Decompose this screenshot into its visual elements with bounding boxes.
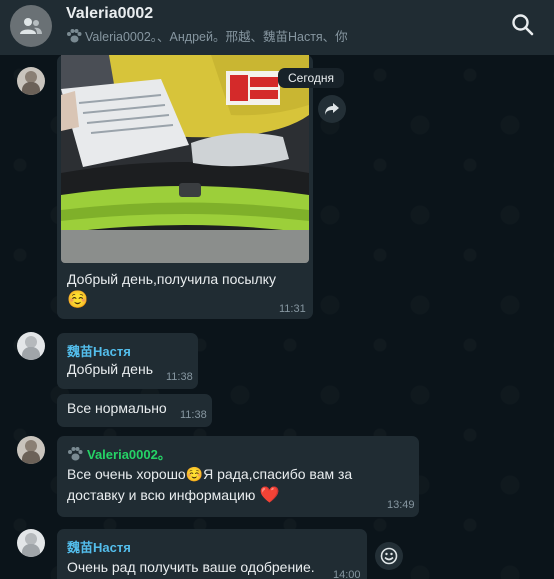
message-time: 14:00 <box>333 569 361 579</box>
sender-name[interactable]: 魏苗Настя <box>67 537 131 556</box>
date-chip: Сегодня <box>278 68 344 88</box>
message-time: 11:31 <box>279 303 306 315</box>
forward-icon <box>325 103 339 115</box>
avatar[interactable] <box>17 436 45 464</box>
message-bubble[interactable]: Valeria0002。 Все очень хорошо☺️Я рада,сп… <box>57 436 419 517</box>
sender-name-text: Valeria0002。 <box>87 447 171 462</box>
emoji: ❤️ <box>259 487 280 504</box>
message-time: 11:38 <box>180 409 207 421</box>
message-text: Все очень хорошо☺️Я рада,спасибо вам за <box>67 466 353 482</box>
package-photo <box>61 55 309 263</box>
emoji-reaction-button[interactable] <box>375 542 403 570</box>
message-time: 13:49 <box>387 499 415 511</box>
group-name: Valeria0002 <box>66 5 154 22</box>
group-avatar-icon <box>20 18 42 34</box>
search-button[interactable] <box>510 12 536 38</box>
forward-button[interactable] <box>318 95 346 123</box>
message-bubble[interactable]: 魏苗Настя Очень рад получить ваше одобрени… <box>57 529 367 579</box>
message-text: доставку и всю информацию <box>67 487 256 503</box>
message-bubble[interactable]: Все нормально 11:38 <box>57 394 212 427</box>
sender-name[interactable]: Valeria0002。 <box>67 444 171 463</box>
group-members-list: Valeria0002。、Андрей。邢越、魏苗Настя、你 <box>85 30 348 44</box>
avatar[interactable] <box>17 332 45 360</box>
paw-icon <box>67 28 82 42</box>
sender-name[interactable]: 魏苗Настя <box>67 341 131 360</box>
message-text: Добрый день <box>67 361 153 377</box>
group-avatar[interactable] <box>10 5 52 47</box>
message-time: 11:38 <box>166 371 193 383</box>
message-text: Добрый день,получила посылку <box>67 271 276 287</box>
message-text-line2: доставку и всю информацию ❤️ <box>67 485 280 506</box>
search-icon <box>512 14 534 36</box>
chat-area[interactable]: Сегодня Добрый день,получила посылку ☺️ … <box>0 55 554 579</box>
paw-icon <box>68 446 83 460</box>
message-text: Очень рад получить ваше одобрение. <box>67 559 315 575</box>
group-members: Valeria0002。、Андрей。邢越、魏苗Настя、你 <box>66 26 348 45</box>
avatar[interactable] <box>17 67 45 95</box>
message-bubble[interactable]: 魏苗Настя Добрый день 11:38 <box>57 333 198 389</box>
chat-header[interactable]: Valeria0002 Valeria0002。、Андрей。邢越、魏苗Нас… <box>0 0 554 55</box>
photo-attachment[interactable] <box>61 55 309 263</box>
avatar[interactable] <box>17 529 45 557</box>
message-text: Все нормально <box>67 400 167 416</box>
emoji-reaction-icon <box>380 547 398 565</box>
emoji: ☺️ <box>67 290 89 309</box>
